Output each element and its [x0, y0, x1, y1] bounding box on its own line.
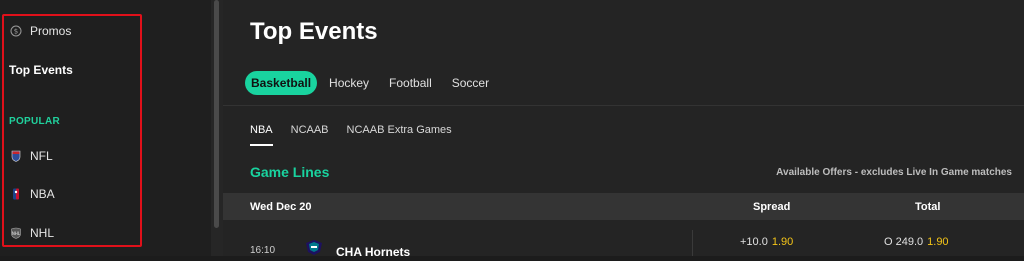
sidebar: $ Promos Top Events POPULAR NFL NBA NHL … [0, 0, 211, 256]
section-title-game-lines: Game Lines [250, 164, 330, 180]
spread-price: 1.90 [771, 236, 794, 248]
spread-line: +10.0 [740, 236, 768, 248]
event-time: 16:10 [250, 245, 276, 256]
subtab-ncaab-extra-games[interactable]: NCAAB Extra Games [347, 124, 452, 146]
event-team-name[interactable]: CHA Hornets [336, 245, 410, 259]
divider [223, 105, 1024, 106]
total-price: 1.90 [927, 236, 949, 248]
lines-header: Wed Dec 20 Spread Total [223, 193, 1024, 220]
lines-header-date: Wed Dec 20 [250, 201, 312, 213]
lines-header-spread: Spread [753, 201, 791, 213]
main-content: Top Events Basketball Hockey Football So… [223, 0, 1024, 259]
column-separator [692, 230, 693, 256]
tab-basketball[interactable]: Basketball [245, 71, 318, 95]
sport-tabs: Basketball Hockey Football Soccer [245, 71, 501, 95]
hornets-logo [305, 240, 323, 256]
page-title: Top Events [250, 18, 378, 45]
tab-hockey[interactable]: Hockey [321, 71, 377, 95]
sidebar-highlight-box [2, 14, 142, 247]
tab-soccer[interactable]: Soccer [444, 71, 497, 95]
offers-note: Available Offers - excludes Live In Game… [776, 167, 1012, 178]
lines-header-total: Total [915, 201, 941, 213]
sidebar-scrollbar-thumb[interactable] [214, 0, 219, 228]
subtab-nba[interactable]: NBA [250, 124, 273, 146]
subtab-ncaab[interactable]: NCAAB [291, 124, 329, 146]
total-odds-button[interactable]: O 249.0 1.90 [884, 236, 949, 248]
total-line: O 249.0 [884, 236, 924, 248]
league-subtabs: NBA NCAAB NCAAB Extra Games [250, 124, 470, 146]
event-row[interactable]: 16:10 CHA Hornets +10.0 1.90 O 249.0 1.90 [223, 220, 1024, 259]
spread-odds-button[interactable]: +10.0 1.90 [740, 236, 793, 248]
tab-football[interactable]: Football [381, 71, 440, 95]
